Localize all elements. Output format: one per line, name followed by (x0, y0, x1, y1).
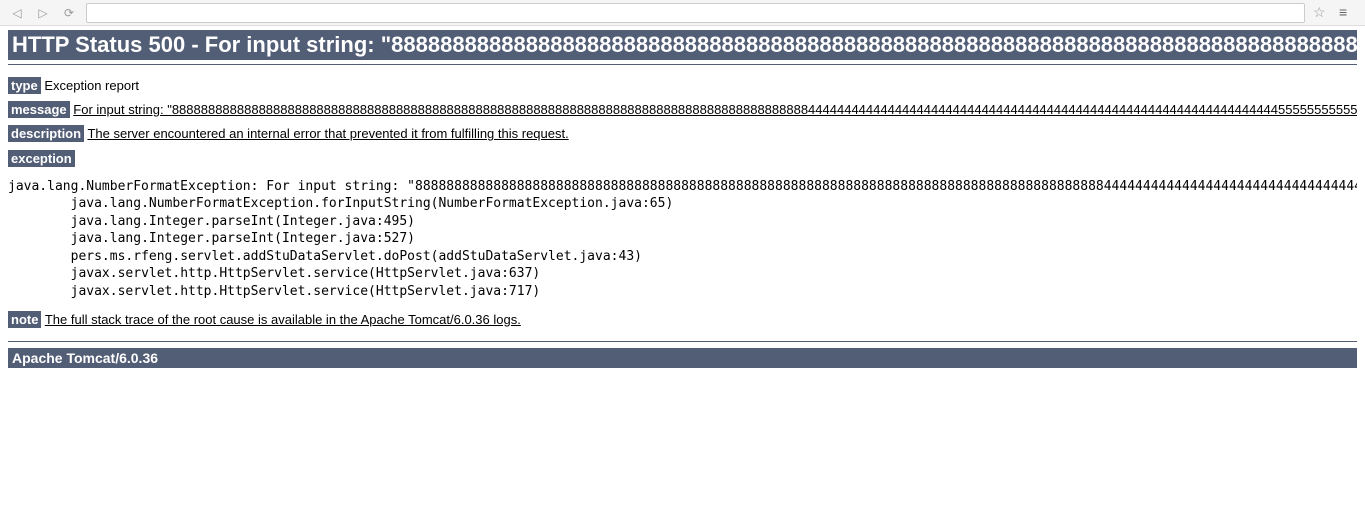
reload-button[interactable]: ⟳ (60, 4, 78, 22)
browser-chrome: ◁ ▷ ⟳ ☆ ≡ (0, 0, 1365, 26)
message-line: message For input string: "8888888888888… (8, 101, 1357, 119)
divider-bottom (8, 341, 1357, 342)
back-button[interactable]: ◁ (8, 4, 26, 22)
message-text: For input string: "888888888888888888888… (73, 102, 1357, 117)
message-label: message (8, 101, 70, 118)
description-line: description The server encountered an in… (8, 125, 1357, 143)
type-text: Exception report (44, 78, 139, 93)
exception-line: exception (8, 150, 1357, 168)
forward-button[interactable]: ▷ (34, 4, 52, 22)
note-label: note (8, 311, 41, 328)
note-text: The full stack trace of the root cause i… (45, 312, 521, 327)
status-title: HTTP Status 500 - For input string: "888… (8, 30, 1357, 60)
error-page: HTTP Status 500 - For input string: "888… (0, 26, 1365, 372)
divider (8, 64, 1357, 65)
type-line: type Exception report (8, 77, 1357, 95)
exception-trace: java.lang.NumberFormatException: For inp… (8, 178, 1357, 301)
url-bar[interactable] (86, 3, 1305, 23)
description-text: The server encountered an internal error… (87, 126, 568, 141)
exception-label: exception (8, 150, 75, 167)
server-footer: Apache Tomcat/6.0.36 (8, 348, 1357, 368)
note-line: note The full stack trace of the root ca… (8, 311, 1357, 329)
description-label: description (8, 125, 84, 142)
menu-icon[interactable]: ≡ (1339, 4, 1357, 22)
bookmark-icon[interactable]: ☆ (1313, 4, 1331, 22)
type-label: type (8, 77, 41, 94)
